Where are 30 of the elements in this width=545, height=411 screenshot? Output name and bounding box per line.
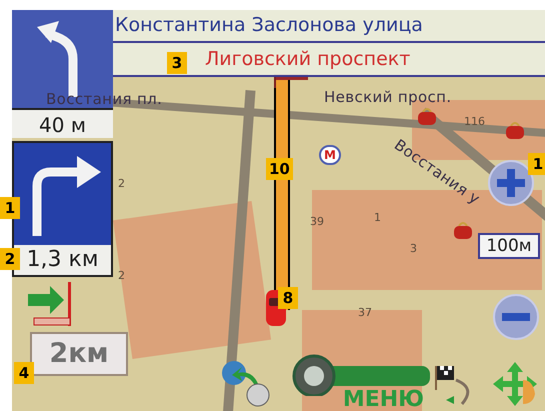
house-number: 2 <box>118 268 125 284</box>
menu-button[interactable]: МЕНЮ <box>292 354 432 411</box>
callout-number: 10 <box>266 158 293 180</box>
purse-icon <box>452 220 474 240</box>
globe-arrow-icon <box>220 359 270 407</box>
purse-icon <box>416 106 438 126</box>
route-range-label: 2км <box>30 332 128 376</box>
zoom-out-button[interactable] <box>493 294 539 340</box>
current-street: Константина Заслонова улица <box>113 10 545 43</box>
callout-number: 1 <box>0 197 20 219</box>
plus-icon <box>497 169 525 197</box>
maneuver-distance: 40 м <box>12 108 113 138</box>
callout-number: 4 <box>14 362 34 384</box>
maneuver-distance: 1,3 км <box>14 245 111 275</box>
callout-number: 3 <box>167 52 187 74</box>
callout-number: 1 <box>528 153 545 175</box>
house-number: 37 <box>358 305 372 321</box>
scale-ruler-icon <box>28 282 74 326</box>
minus-icon <box>502 313 530 321</box>
metro-sign: М <box>319 145 341 165</box>
house-number: 1 <box>374 210 381 226</box>
house-number: 2 <box>118 176 125 192</box>
callout-number: 8 <box>278 287 298 309</box>
callout-number: 2 <box>0 248 20 270</box>
street-label: Невский просп. <box>324 87 452 108</box>
house-number: 3 <box>410 241 417 257</box>
house-number: 116 <box>464 114 485 130</box>
house-number: 39 <box>310 214 324 230</box>
scale-label: 100м <box>478 233 540 259</box>
purse-icon <box>504 120 526 140</box>
